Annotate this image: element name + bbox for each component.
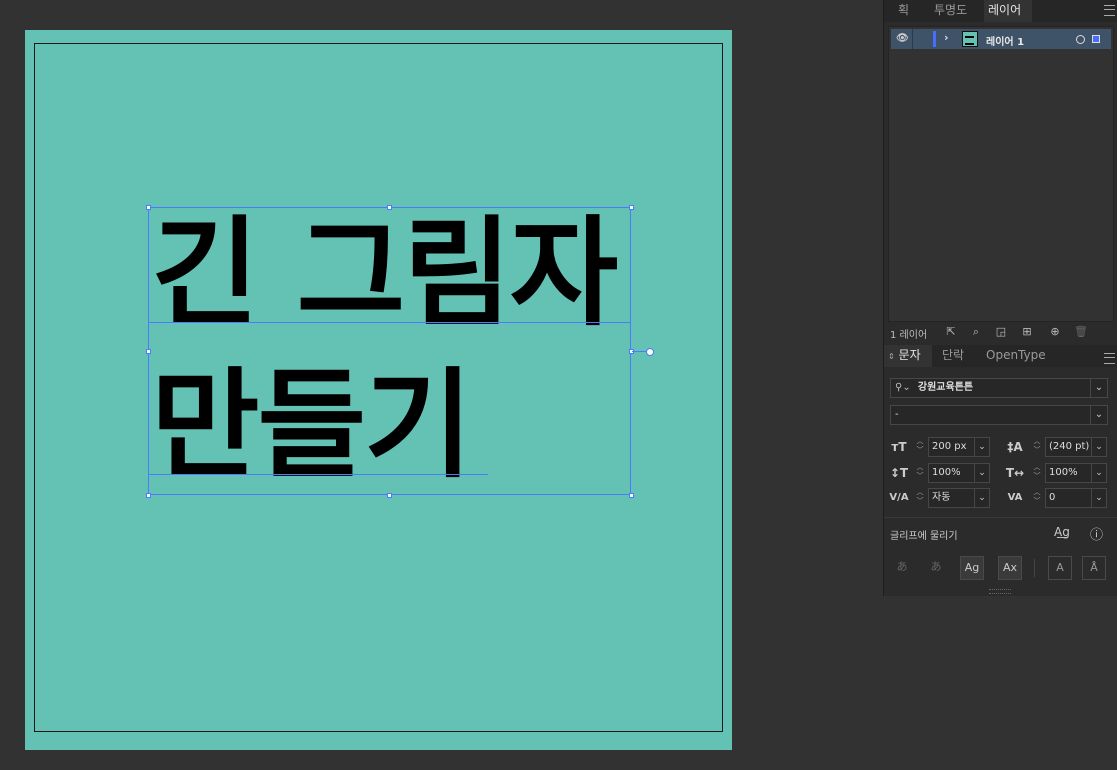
- selection-indicator-icon[interactable]: [1092, 35, 1100, 43]
- layer-row[interactable]: 👁 › 레이어 1: [891, 29, 1111, 49]
- tab-paragraph[interactable]: 단락: [938, 345, 968, 367]
- vertical-scale-field[interactable]: 100% ⌄: [928, 463, 990, 483]
- search-icon: ⚲⌄: [895, 382, 911, 393]
- add-layer-icon[interactable]: ⊕: [1048, 325, 1062, 339]
- chevron-down-icon[interactable]: ⌄: [1091, 489, 1106, 507]
- proportional-glyph-icon[interactable]: あ: [924, 556, 948, 580]
- collapse-arrows-icon: ⇕: [888, 352, 895, 361]
- handle-bottom-middle[interactable]: [387, 493, 392, 498]
- font-size-icon: ᴛT: [891, 440, 907, 454]
- leading-field[interactable]: (240 pt) ⌄: [1045, 437, 1107, 457]
- target-circle-icon[interactable]: [1076, 35, 1085, 44]
- sublayer-icon[interactable]: ⊞: [1020, 325, 1034, 339]
- handle-top-left[interactable]: [146, 205, 151, 210]
- kerning-stepper[interactable]: ︿ ﹀: [914, 488, 926, 508]
- panel-menu-icon[interactable]: [1104, 5, 1115, 16]
- selection-bounding-box[interactable]: [148, 207, 631, 495]
- chevron-down-icon[interactable]: ⌄: [974, 464, 989, 482]
- text-baseline-1: [148, 322, 631, 323]
- tab-character-label: 문자: [898, 348, 921, 362]
- layers-footer: 1 레이어 ⇱ ⌕ ◲ ⊞ ⊕ 🗑: [884, 324, 1117, 342]
- layers-list: 👁 › 레이어 1: [888, 26, 1114, 322]
- japanese-glyph-icon[interactable]: あ: [890, 556, 914, 580]
- artboard[interactable]: 긴 그림자 만들기: [25, 30, 732, 750]
- snap-to-glyph-label: 글리프에 물리기: [890, 531, 958, 542]
- chevron-down-icon[interactable]: ⌄: [1091, 438, 1106, 456]
- leading-value: (240 pt): [1049, 441, 1090, 452]
- text-baseline-2: [148, 474, 488, 475]
- tab-stroke[interactable]: 획: [894, 0, 913, 22]
- horizontal-scale-field[interactable]: 100% ⌄: [1045, 463, 1107, 483]
- kerning-field[interactable]: 자동 ⌄: [928, 488, 990, 508]
- info-icon[interactable]: ⓘ: [1090, 524, 1103, 543]
- vertical-scale-icon: ↕T: [889, 466, 909, 480]
- glyph-snap-icon[interactable]: A͟g: [1054, 525, 1070, 539]
- chevron-down-icon[interactable]: ⌄: [974, 489, 989, 507]
- tab-opentype[interactable]: OpenType: [982, 345, 1050, 367]
- layer-thumbnail: [962, 31, 978, 47]
- resize-grip[interactable]: [989, 589, 1011, 594]
- search-icon[interactable]: ⌕: [969, 325, 983, 339]
- angular-guides-button[interactable]: Ag: [960, 556, 984, 580]
- vertical-scale-value: 100%: [932, 467, 961, 478]
- right-panel-dock: 획 투명도 레이어 👁 › 레이어 1 1 레이어 ⇱ ⌕ ◲ ⊞ ⊕ 🗑 ⇕ …: [883, 0, 1117, 596]
- vertical-scale-stepper[interactable]: ︿ ﹀: [914, 463, 926, 483]
- character-tabbar: ⇕ 문자 단락 OpenType: [884, 345, 1117, 367]
- handle-bottom-right[interactable]: [629, 493, 634, 498]
- expand-chevron-icon[interactable]: ›: [944, 31, 949, 44]
- font-family-field[interactable]: ⚲⌄ 강원교육튼튼 ⌄: [890, 378, 1108, 398]
- glyph-bounds-button[interactable]: A: [1048, 556, 1072, 580]
- tab-layers[interactable]: 레이어: [984, 0, 1032, 22]
- tracking-value: 0: [1049, 492, 1056, 503]
- font-size-field[interactable]: 200 px ⌄: [928, 437, 990, 457]
- divider: [884, 517, 1117, 518]
- font-style-field[interactable]: - ⌄: [890, 405, 1108, 425]
- type-out-port[interactable]: [646, 348, 654, 356]
- chevron-down-icon[interactable]: ⌄: [1091, 464, 1106, 482]
- clip-icon[interactable]: ◲: [994, 325, 1008, 339]
- proximity-guides-button[interactable]: Ax: [998, 556, 1022, 580]
- layers-tabbar: 획 투명도 레이어: [884, 0, 1117, 22]
- divider: [912, 29, 913, 49]
- tab-character[interactable]: ⇕ 문자: [884, 345, 932, 367]
- layer-count: 1 레이어: [890, 330, 928, 341]
- font-style-value: -: [895, 409, 899, 420]
- layer-name[interactable]: 레이어 1: [986, 33, 1024, 48]
- handle-bottom-left[interactable]: [146, 493, 151, 498]
- handle-top-right[interactable]: [629, 205, 634, 210]
- tracking-field[interactable]: 0 ⌄: [1045, 488, 1107, 508]
- tracking-icon: VA: [1007, 492, 1023, 503]
- handle-middle-left[interactable]: [146, 349, 151, 354]
- export-icon[interactable]: ⇱: [944, 325, 958, 339]
- character-panel: ⚲⌄ 강원교육튼튼 ⌄ - ⌄ ᴛT ︿ ﹀ 200 px ⌄ ‡A ︿ ﹀ (24…: [884, 369, 1117, 596]
- chevron-down-icon[interactable]: ⌄: [1090, 406, 1107, 424]
- type-thread-line: [632, 351, 646, 352]
- tracking-stepper[interactable]: ︿ ﹀: [1031, 488, 1043, 508]
- horizontal-scale-icon: T↔: [1005, 466, 1025, 480]
- chevron-down-icon[interactable]: ⌄: [1090, 379, 1107, 397]
- divider: [1034, 559, 1035, 577]
- horizontal-scale-value: 100%: [1049, 467, 1078, 478]
- handle-top-middle[interactable]: [387, 205, 392, 210]
- leading-stepper[interactable]: ︿ ﹀: [1031, 437, 1043, 457]
- tab-transparency[interactable]: 투명도: [930, 0, 971, 22]
- anchor-point-button[interactable]: Å: [1082, 556, 1106, 580]
- font-size-value: 200 px: [932, 441, 967, 452]
- horizontal-scale-stepper[interactable]: ︿ ﹀: [1031, 463, 1043, 483]
- panel-menu-icon[interactable]: [1104, 353, 1115, 364]
- leading-icon: ‡A: [1007, 440, 1023, 454]
- kerning-value: 자동: [932, 492, 951, 503]
- kerning-icon: V/A: [889, 492, 909, 503]
- trash-icon[interactable]: 🗑: [1074, 325, 1088, 339]
- chevron-down-icon[interactable]: ⌄: [974, 438, 989, 456]
- font-size-stepper[interactable]: ︿ ﹀: [914, 437, 926, 457]
- visibility-eye-icon[interactable]: 👁: [896, 33, 909, 44]
- font-family-value: 강원교육튼튼: [917, 382, 974, 393]
- layer-color-bar: [933, 31, 936, 47]
